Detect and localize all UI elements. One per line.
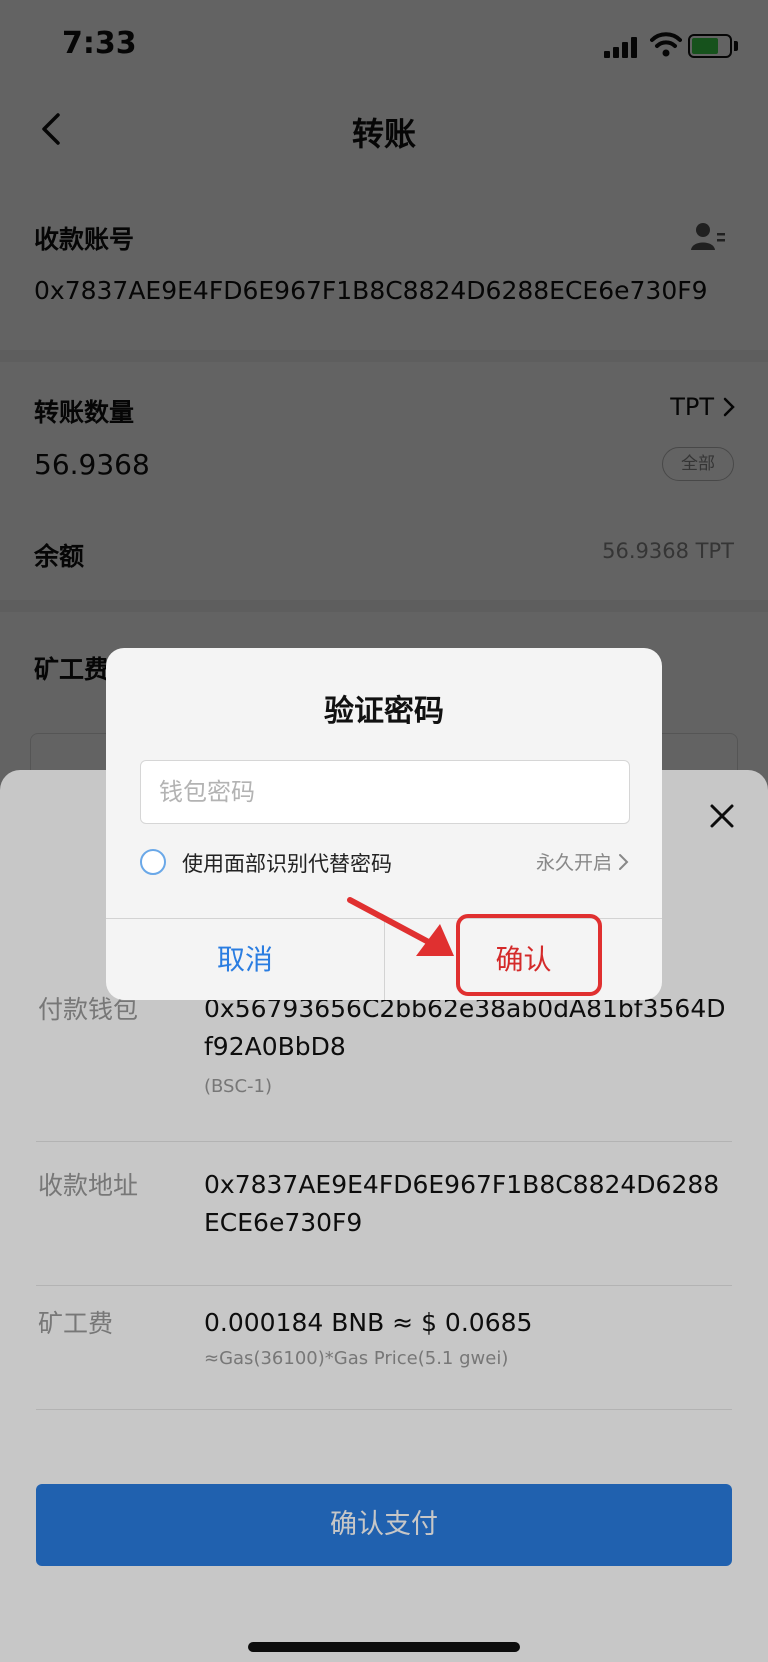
faceid-radio[interactable]: [140, 849, 166, 875]
cancel-button[interactable]: 取消: [106, 919, 384, 1000]
red-arrow-annotation: [347, 897, 454, 956]
dialog-title: 验证密码: [324, 694, 444, 729]
faceid-option-row[interactable]: 使用面部识别代替密码 永久开启: [140, 844, 630, 884]
faceid-permanent-option[interactable]: 永久开启: [536, 848, 630, 875]
highlight-box-annotation: [456, 914, 602, 996]
faceid-label: 使用面部识别代替密码: [182, 852, 392, 876]
faceid-option-label: 永久开启: [535, 852, 612, 874]
chevron-right-icon: [619, 853, 629, 870]
wallet-password-input[interactable]: [140, 760, 630, 824]
